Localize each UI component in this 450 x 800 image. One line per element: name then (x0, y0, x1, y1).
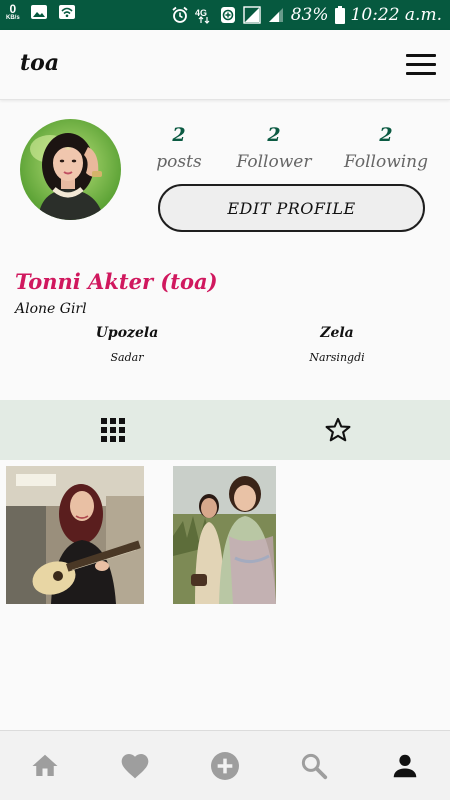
posts-label: posts (156, 152, 202, 172)
tab-favorites[interactable] (225, 400, 450, 460)
nav-search[interactable] (297, 749, 331, 783)
upozela-value: Sadar (110, 351, 144, 364)
stat-following[interactable]: 2 Following (331, 124, 441, 172)
following-label: Following (343, 152, 429, 172)
edit-profile-button[interactable]: EDIT PROFILE (158, 184, 425, 232)
nav-profile[interactable] (388, 749, 422, 783)
nav-favorites[interactable] (118, 749, 152, 783)
alarm-icon (172, 6, 188, 23)
tab-grid[interactable] (0, 400, 225, 460)
home-icon (32, 754, 58, 776)
battery-icon (334, 6, 345, 24)
data-saver-icon (220, 7, 235, 23)
network-speed: 0 KB/s (6, 3, 20, 21)
image-icon (30, 5, 47, 19)
post-thumbnail[interactable] (6, 466, 144, 604)
bottom-navigation (0, 730, 450, 800)
grid-icon (100, 418, 125, 442)
network-type-icon: 4G (195, 8, 210, 24)
posts-count: 2 (172, 124, 186, 146)
profile-full-name: Tonni Akter (toa) (15, 269, 218, 294)
stat-posts[interactable]: 2 posts (124, 124, 234, 172)
nav-home[interactable] (28, 749, 62, 783)
app-bar: toa (0, 30, 450, 100)
add-circle-icon (211, 752, 239, 780)
clock: 10:22 a.m. (350, 5, 442, 25)
hamburger-menu-icon[interactable] (406, 54, 436, 76)
followers-label: Follower (236, 152, 312, 172)
profile-bio: Alone Girl (15, 301, 87, 317)
followers-count: 2 (267, 124, 281, 146)
post-thumbnail[interactable] (173, 466, 276, 604)
heart-icon (121, 754, 149, 779)
profile-tab-bar (0, 400, 450, 460)
nav-add-post[interactable] (208, 749, 242, 783)
signal-strength-icon (268, 8, 283, 22)
zela-value: Narsingdi (309, 351, 365, 364)
net-speed-unit: KB/s (6, 15, 20, 21)
stat-followers[interactable]: 2 Follower (219, 124, 329, 172)
status-bar: 0 KB/s 4G 83% 10:22 a.m. (0, 0, 450, 30)
profile-icon (393, 754, 417, 778)
signal-icon (243, 6, 261, 24)
upozela-label: Upozela (95, 325, 159, 341)
following-count: 2 (379, 124, 393, 146)
net-speed-value: 0 (9, 2, 17, 16)
wifi-icon (58, 5, 75, 19)
battery-percent: 83% (290, 5, 329, 25)
star-icon (325, 417, 350, 442)
username-title: toa (20, 50, 60, 76)
search-icon (301, 753, 328, 780)
zela-label: Zela (320, 325, 354, 341)
avatar[interactable] (20, 119, 121, 220)
